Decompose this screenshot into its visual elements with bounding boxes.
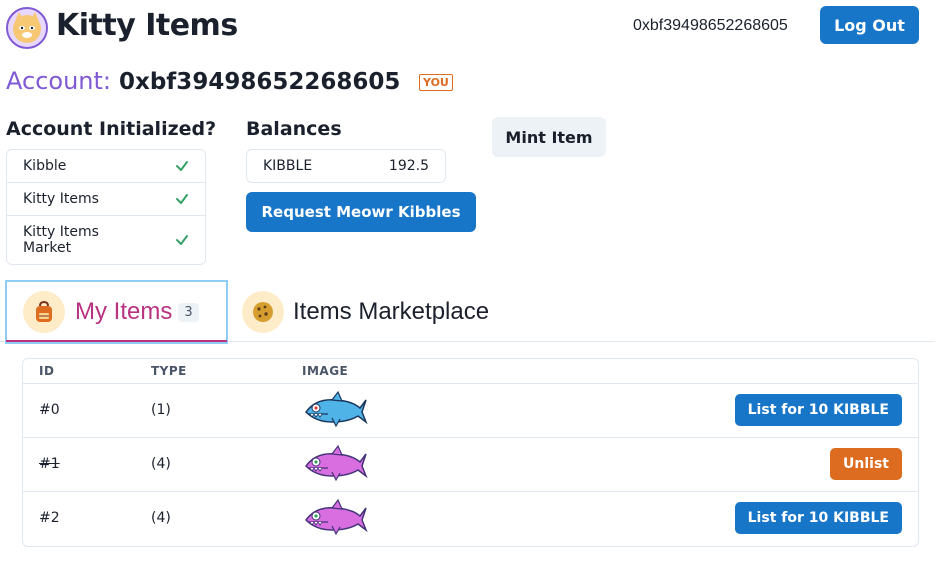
app-header: Kitty Items 0xbf39498652268605 Log Out [0, 0, 946, 56]
tab-my-items[interactable]: My Items 3 [5, 280, 228, 344]
tab-items-marketplace[interactable]: Items Marketplace [242, 285, 489, 339]
balance-token: KIBBLE [263, 158, 313, 174]
item-id: #0 [39, 402, 60, 418]
check-icon [176, 194, 188, 204]
items-table: ID TYPE IMAGE #0 (1) List for 10 KIBBLE … [22, 358, 919, 547]
table-row: #0 (1) List for 10 KIBBLE [23, 384, 918, 438]
list-item: Kibble [7, 150, 205, 183]
account-label: Account: [6, 67, 111, 95]
balances-title: Balances [246, 118, 342, 140]
account-address: 0xbf39498652268605 [119, 69, 401, 95]
backpack-icon [23, 291, 65, 333]
mint-item-button[interactable]: Mint Item [492, 117, 606, 157]
item-id: #1 [39, 456, 60, 472]
item-type: (4) [151, 456, 171, 472]
app-title: Kitty Items [56, 8, 238, 43]
check-icon [176, 161, 188, 171]
account-initialized-list: Kibble Kitty Items Kitty Items Market [6, 149, 206, 265]
you-badge: YOU [419, 74, 453, 91]
column-header-image: IMAGE [302, 364, 349, 378]
list-for-sale-button[interactable]: List for 10 KIBBLE [734, 502, 902, 534]
init-item-label: Kitty Items [23, 191, 99, 207]
balance-amount: 192.5 [388, 158, 429, 174]
table-row: #2 (4) List for 10 KIBBLE [23, 492, 918, 546]
init-item-label: Kibble [23, 158, 67, 174]
tab-my-items-label: My Items [75, 298, 173, 325]
check-icon [176, 235, 188, 245]
item-type: (1) [151, 402, 171, 418]
purple-shark-image [302, 444, 368, 488]
init-item-label: Kitty Items Market [23, 224, 99, 256]
account-heading: Account: 0xbf39498652268605 [6, 67, 400, 99]
item-type: (4) [151, 510, 171, 526]
logout-button[interactable]: Log Out [820, 6, 919, 44]
kitty-logo-icon[interactable] [6, 7, 48, 49]
unlist-button[interactable]: Unlist [830, 448, 902, 480]
account-initialized-title: Account Initialized? [6, 118, 217, 140]
header-wallet-address: 0xbf39498652268605 [633, 17, 788, 34]
purple-shark-image [302, 498, 368, 542]
blue-shark-image [302, 390, 368, 434]
table-header: ID TYPE IMAGE [23, 359, 918, 384]
request-kibbles-button[interactable]: Request Meowr Kibbles [246, 192, 476, 232]
active-tab-indicator [6, 340, 227, 342]
table-row: #1 (4) Unlist [23, 438, 918, 492]
balance-row: KIBBLE 192.5 [246, 149, 446, 183]
item-id: #2 [39, 510, 60, 526]
column-header-type: TYPE [151, 364, 187, 378]
tab-marketplace-label: Items Marketplace [293, 298, 490, 325]
list-item: Kitty Items Market [7, 216, 205, 264]
cookie-icon [242, 291, 284, 333]
column-header-id: ID [39, 364, 55, 378]
list-item: Kitty Items [7, 183, 205, 216]
items-count-badge: 3 [178, 302, 199, 322]
list-for-sale-button[interactable]: List for 10 KIBBLE [734, 394, 902, 426]
